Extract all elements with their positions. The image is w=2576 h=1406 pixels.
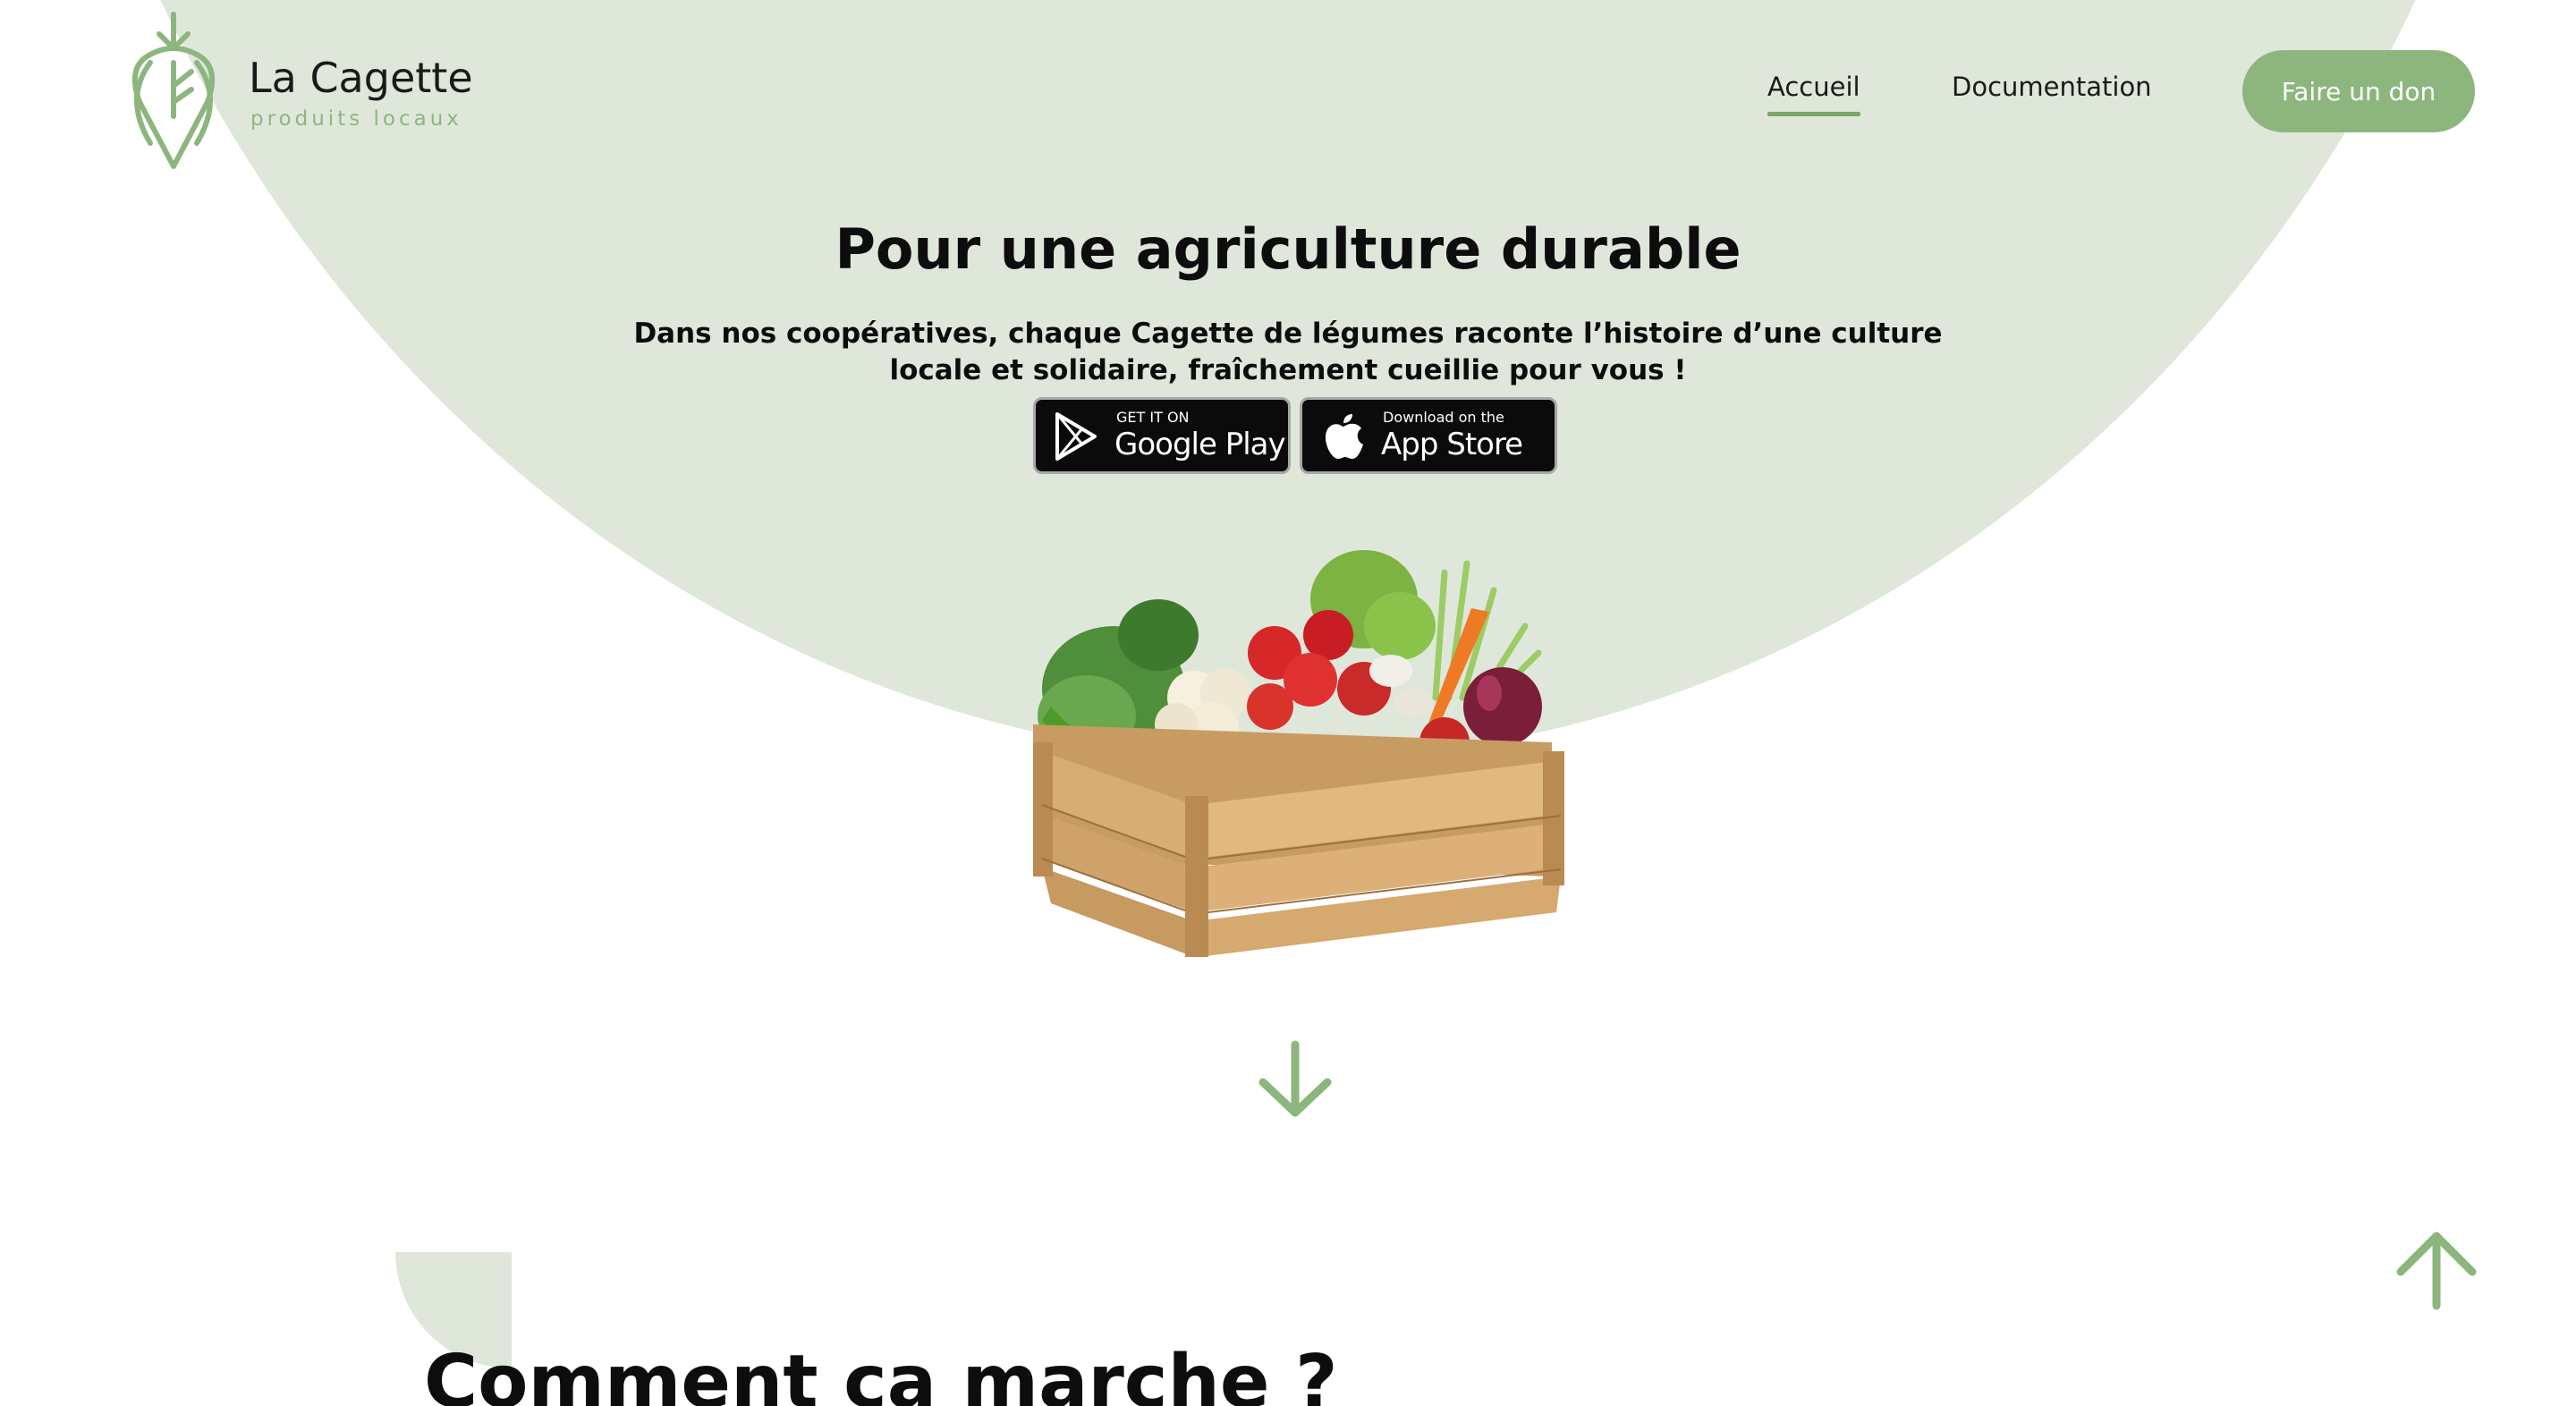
google-play-button[interactable]: GET IT ON Google Play bbox=[1033, 397, 1291, 474]
app-store-big-text: App Store bbox=[1381, 427, 1523, 462]
section-title: Comment ça marche ? bbox=[424, 1340, 1338, 1406]
google-play-small-text: GET IT ON bbox=[1116, 409, 1190, 426]
site-header: La Cagette produits locaux Accueil Docum… bbox=[0, 0, 2576, 179]
arrow-up-icon[interactable] bbox=[2394, 1225, 2479, 1311]
brand-tagline: produits locaux bbox=[250, 107, 462, 131]
hero-description: Dans nos coopératives, chaque Cagette de… bbox=[633, 318, 1943, 386]
nav-accueil[interactable]: Accueil bbox=[1767, 72, 1860, 116]
google-play-big-text: Google Play bbox=[1114, 427, 1286, 462]
google-play-icon bbox=[1055, 412, 1097, 461]
carrot-logo-icon bbox=[131, 12, 216, 169]
vegetable-crate-image bbox=[1033, 550, 1564, 957]
hero-title: Pour une agriculture durable bbox=[835, 216, 1741, 282]
donate-button[interactable]: Faire un don bbox=[2242, 50, 2475, 132]
app-store-small-text: Download on the bbox=[1383, 409, 1504, 426]
arrow-down-icon[interactable] bbox=[1252, 1038, 1338, 1123]
apple-icon bbox=[1326, 414, 1363, 459]
nav-documentation[interactable]: Documentation bbox=[1952, 72, 2152, 102]
brand-name: La Cagette bbox=[249, 54, 473, 102]
logo[interactable]: La Cagette produits locaux bbox=[114, 9, 490, 170]
app-store-button[interactable]: Download on the App Store bbox=[1300, 397, 1557, 474]
